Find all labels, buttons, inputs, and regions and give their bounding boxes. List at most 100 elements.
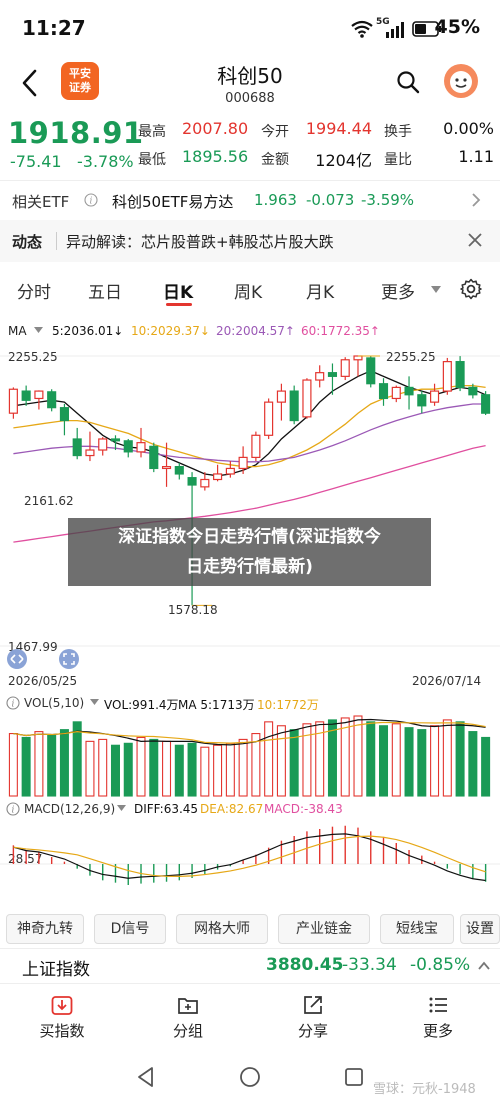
news-text: 异动解读：芯片股普跌+韩股芯片股大跌 [66, 233, 334, 251]
nav-share[interactable]: 分享 [273, 994, 353, 1041]
battery-percent: 45% [434, 16, 480, 38]
volume-bar [430, 725, 440, 797]
watermark: 雪球：元秋-1948 [373, 1082, 476, 1097]
volume-bar [98, 738, 108, 797]
candle-body [85, 449, 95, 457]
amount-value: 1204亿 [315, 151, 372, 170]
volume-bar [391, 723, 401, 797]
volume-bar [366, 721, 376, 797]
volume-bar [59, 729, 69, 797]
volume-ratio-label: 量比 [384, 152, 412, 168]
close-icon[interactable] [467, 232, 483, 248]
indicator-industry-chain[interactable]: 产业链金 [278, 914, 370, 944]
index-ticker[interactable]: 上证指数 3880.45 -33.34 -0.85% [0, 948, 500, 984]
etf-label: 相关ETF [12, 193, 70, 211]
fullscreen-icon[interactable] [58, 648, 80, 670]
wifi-icon [351, 20, 373, 38]
volume-bar [47, 734, 57, 797]
tab-more[interactable]: 更多 [381, 278, 415, 303]
indicator-short-term[interactable]: 短线宝 [380, 914, 454, 944]
tab-intraday[interactable]: 分时 [17, 278, 51, 303]
candle-body [213, 473, 223, 481]
turnover-label: 换手 [384, 124, 412, 140]
news-label: 动态 [12, 233, 43, 251]
ma-line-ma5 [13, 370, 486, 477]
system-recents-icon[interactable] [344, 1067, 364, 1087]
vol-label[interactable]: VOL(5,10) [24, 696, 84, 710]
info-icon[interactable]: i [84, 193, 98, 207]
volume-bar [442, 719, 452, 797]
nav-buy-index[interactable]: 买指数 [22, 994, 102, 1041]
back-arrow-icon[interactable] [20, 68, 40, 98]
volume-bar [162, 740, 172, 797]
search-icon[interactable] [396, 70, 420, 94]
volume-bar [85, 740, 95, 797]
price-change: -75.41 [10, 152, 62, 171]
status-time: 11:27 [22, 16, 86, 40]
svg-text:i: i [12, 806, 15, 816]
last-price: 1918.91 [8, 116, 144, 150]
candle-body [174, 466, 184, 475]
info-icon[interactable]: i [6, 696, 20, 710]
volume-bar [379, 725, 389, 797]
nav-buy-label: 买指数 [39, 1022, 85, 1040]
ma-label[interactable]: MA [8, 324, 27, 338]
volume-chart[interactable] [0, 712, 500, 798]
app-root: { "status": {"time": "11:27", "battery":… [0, 0, 500, 1103]
active-tab-indicator [166, 303, 192, 306]
macd-chart[interactable] [0, 818, 500, 910]
candle-body [251, 434, 261, 458]
ma5-value: 5:2036.01↓ [52, 324, 124, 338]
amount-label: 金额 [261, 152, 289, 168]
svg-text:i: i [90, 197, 93, 207]
candle-body [21, 390, 31, 401]
index-change: -33.34 [342, 955, 397, 975]
tab-daily-k[interactable]: 日K [163, 278, 193, 303]
menu-list-icon [429, 997, 447, 1013]
indicator-d-signal[interactable]: D信号 [94, 914, 166, 944]
macd-dea-line [13, 835, 486, 877]
page-title: 科创50 [217, 64, 283, 88]
macd-dea: DEA:82.67 [200, 802, 264, 816]
volume-bar [200, 746, 210, 797]
tab-five-day[interactable]: 五日 [88, 278, 122, 303]
indicator-magic-nine[interactable]: 神奇九转 [6, 914, 84, 944]
candle-body [315, 372, 325, 381]
etf-pct: -3.59% [361, 191, 415, 209]
candlestick-chart[interactable] [0, 340, 500, 670]
news-divider [56, 232, 57, 250]
candle-body [34, 390, 44, 400]
tab-monthly-k[interactable]: 月K [306, 278, 334, 303]
folder-icon [178, 998, 198, 1014]
candle-body [442, 361, 452, 392]
related-etf-row[interactable]: 相关ETF i 科创50ETF易方达 1.963 -0.073 -3.59% [0, 180, 500, 218]
info-icon[interactable]: i [6, 802, 20, 816]
nav-group[interactable]: 分组 [148, 994, 228, 1041]
ma10-value: 10:2029.37↓ [131, 324, 210, 338]
assistant-avatar-icon[interactable] [443, 63, 479, 99]
macd-value: MACD:-38.43 [264, 802, 343, 816]
low-value: 1895.56 [182, 147, 249, 166]
indicator-grid-master[interactable]: 网格大师 [176, 914, 268, 944]
gear-icon[interactable] [460, 278, 482, 300]
system-home-icon[interactable] [239, 1066, 261, 1088]
tab-weekly-k[interactable]: 周K [234, 278, 262, 303]
news-banner[interactable]: 动态 异动解读：芯片股普跌+韩股芯片股大跌 [0, 220, 500, 262]
candle-body [417, 394, 427, 407]
indicator-settings[interactable]: 设置 [460, 914, 500, 944]
date-start-label: 2026/05/25 [8, 674, 78, 688]
vol-value: VOL:991.4万 [104, 698, 179, 712]
candle-body [123, 440, 133, 453]
candle-body [238, 456, 248, 470]
etf-price: 1.963 [254, 191, 297, 209]
chevron-up-icon[interactable] [478, 961, 490, 971]
volume-bar [225, 742, 235, 797]
system-back-icon[interactable] [136, 1066, 156, 1088]
signal-icon [386, 22, 404, 38]
low-label: 最低 [138, 152, 166, 168]
ma60-value: 60:1772.35↑ [301, 324, 380, 338]
zoom-out-icon[interactable] [6, 648, 28, 670]
candle-body [98, 438, 108, 451]
nav-more[interactable]: 更多 [398, 994, 478, 1041]
macd-label[interactable]: MACD(12,26,9) [24, 802, 115, 816]
